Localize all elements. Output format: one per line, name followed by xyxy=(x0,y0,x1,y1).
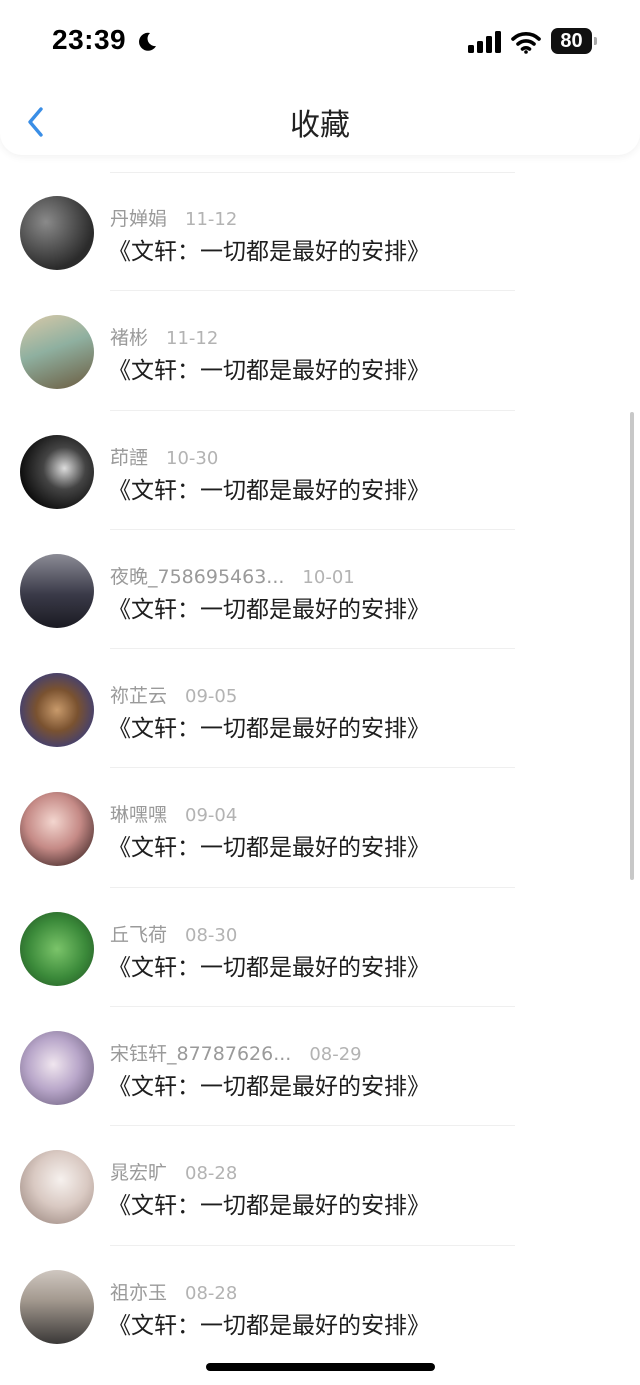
battery-icon: 80 xyxy=(551,28,597,54)
avatar[interactable] xyxy=(20,673,94,748)
item-title[interactable]: 《文轩：一切都是最好的安排》 xyxy=(108,1067,430,1101)
user-name[interactable]: 丹婵娟 xyxy=(110,204,167,231)
list-item[interactable]: 宋钰轩_87787626... 08-29 《文轩：一切都是最好的安排》 xyxy=(0,1007,640,1127)
avatar[interactable] xyxy=(20,1269,94,1344)
user-name[interactable]: 祢芷云 xyxy=(110,681,167,708)
avatar[interactable] xyxy=(20,196,94,270)
list-item[interactable]: 茚諲 10-30 《文轩：一切都是最好的安排》 xyxy=(0,411,640,530)
item-date: 08-28 xyxy=(185,1282,238,1304)
item-date: 11-12 xyxy=(185,209,238,230)
list-item[interactable]: 褚彬 11-12 《文轩：一切都是最好的安排》 xyxy=(0,291,640,411)
list-item[interactable]: 晁宏旷 08-28 《文轩：一切都是最好的安排》 xyxy=(0,1126,640,1246)
item-title[interactable]: 《文轩：一切都是最好的安排》 xyxy=(108,709,430,743)
avatar[interactable] xyxy=(20,315,94,390)
item-title[interactable]: 《文轩：一切都是最好的安排》 xyxy=(108,471,430,505)
home-indicator[interactable] xyxy=(206,1363,435,1371)
status-time: 23:39 xyxy=(52,24,127,55)
item-title[interactable]: 《文轩：一切都是最好的安排》 xyxy=(108,590,430,624)
avatar[interactable] xyxy=(20,1150,94,1225)
battery-level: 80 xyxy=(560,30,583,52)
favorites-screen: 23:39 80 收藏 丹婵娟 11-12 《文轩：一切都是最好的安排》 褚彬 … xyxy=(0,0,640,1385)
user-name[interactable]: 褚彬 xyxy=(110,323,148,350)
list-item[interactable]: 琳嘿嘿 09-04 《文轩：一切都是最好的安排》 xyxy=(0,768,640,888)
list-item[interactable]: 丘飞荷 08-30 《文轩：一切都是最好的安排》 xyxy=(0,888,640,1008)
user-name[interactable]: 夜晚_758695463... xyxy=(110,562,284,589)
item-title[interactable]: 《文轩：一切都是最好的安排》 xyxy=(108,232,430,266)
item-date: 08-29 xyxy=(309,1044,362,1066)
item-date: 10-30 xyxy=(166,447,219,469)
avatar[interactable] xyxy=(20,911,94,986)
user-name[interactable]: 丘飞荷 xyxy=(110,920,167,947)
avatar[interactable] xyxy=(20,792,94,867)
item-date: 10-01 xyxy=(302,566,355,588)
page-title: 收藏 xyxy=(290,108,350,143)
item-title[interactable]: 《文轩：一切都是最好的安排》 xyxy=(108,351,430,385)
list-item[interactable]: 丹婵娟 11-12 《文轩：一切都是最好的安排》 xyxy=(0,172,640,292)
item-date: 11-12 xyxy=(166,328,219,350)
item-title[interactable]: 《文轩：一切都是最好的安排》 xyxy=(108,948,430,982)
user-name[interactable]: 茚諲 xyxy=(110,443,148,470)
avatar[interactable] xyxy=(20,1031,94,1106)
item-date: 09-04 xyxy=(185,805,238,827)
item-title[interactable]: 《文轩：一切都是最好的安排》 xyxy=(108,1306,430,1340)
item-title[interactable]: 《文轩：一切都是最好的安排》 xyxy=(108,1186,430,1220)
item-date: 08-28 xyxy=(185,1163,238,1185)
item-date: 08-30 xyxy=(185,924,238,946)
item-date: 09-05 xyxy=(185,686,238,708)
header: 23:39 80 收藏 xyxy=(0,0,640,155)
user-name[interactable]: 琳嘿嘿 xyxy=(110,800,167,827)
user-name[interactable]: 祖亦玉 xyxy=(110,1278,167,1305)
item-title[interactable]: 《文轩：一切都是最好的安排》 xyxy=(108,828,430,862)
moon-icon xyxy=(139,32,156,51)
user-name[interactable]: 晁宏旷 xyxy=(110,1158,167,1185)
list-item[interactable]: 夜晚_758695463... 10-01 《文轩：一切都是最好的安排》 xyxy=(0,530,640,650)
wifi-icon xyxy=(511,32,541,54)
list-item[interactable]: 祖亦玉 08-28 《文轩：一切都是最好的安排》 xyxy=(0,1246,640,1365)
avatar[interactable] xyxy=(20,434,94,509)
avatar[interactable] xyxy=(20,553,94,628)
list-item[interactable]: 祢芷云 09-05 《文轩：一切都是最好的安排》 xyxy=(0,649,640,769)
user-name[interactable]: 宋钰轩_87787626... xyxy=(110,1039,291,1066)
signal-icon xyxy=(468,31,501,53)
favorites-list: 丹婵娟 11-12 《文轩：一切都是最好的安排》 褚彬 11-12 《文轩：一切都是… xyxy=(0,172,640,1365)
scrollbar[interactable] xyxy=(630,412,634,880)
